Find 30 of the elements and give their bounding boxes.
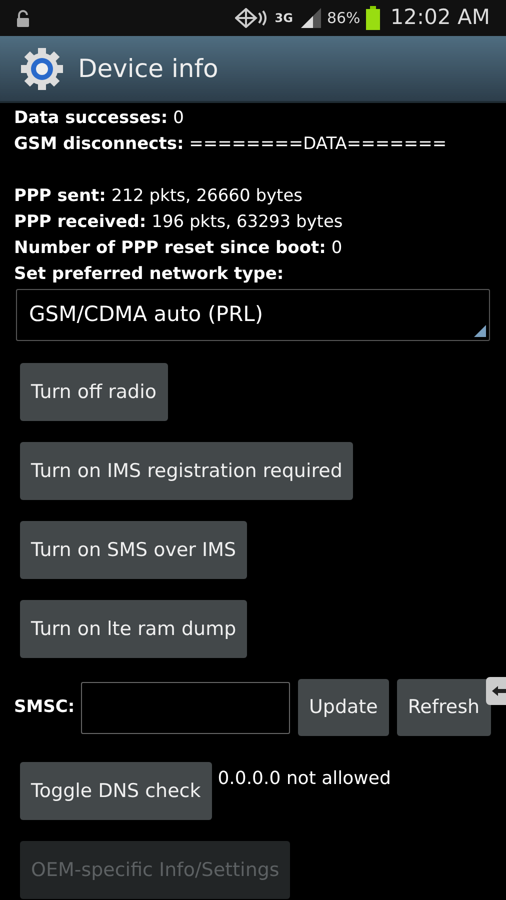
screen-title: Device info (78, 52, 218, 85)
dns-status: 0.0.0.0 not allowed (218, 768, 391, 790)
action-button[interactable]: Turn on lte ram dump (20, 600, 248, 658)
smsc-field[interactable] (81, 682, 290, 734)
smsc-button[interactable]: Update (298, 679, 389, 736)
action-button[interactable]: Turn off radio (20, 363, 168, 421)
side-handle[interactable] (486, 677, 506, 705)
arrow-left-icon (492, 686, 506, 696)
info-line: GSM disconnects: ========DATA======= (14, 133, 447, 156)
lock-icon (16, 10, 30, 26)
clock: 12:02 AM (390, 4, 490, 32)
info-line: Number of PPP reset since boot: 0 (14, 237, 342, 260)
gear-icon (20, 46, 64, 90)
smsc-button[interactable]: Refresh (396, 679, 491, 736)
info-line: PPP sent: 212 pkts, 26660 bytes (14, 185, 303, 208)
info-line: Set preferred network type: (14, 263, 284, 286)
dropdown-value: GSM/CDMA auto (PRL) (29, 301, 264, 328)
dns-check-button[interactable]: Toggle DNS check (20, 762, 212, 820)
network-type: 3G (274, 12, 293, 24)
info-line: PPP received: 196 pkts, 63293 bytes (14, 211, 343, 234)
signal-icon (298, 8, 321, 28)
network-type-dropdown[interactable]: GSM/CDMA auto (PRL) (16, 289, 490, 341)
corner-triangle-icon (474, 325, 486, 337)
action-button[interactable]: Turn on SMS over IMS (20, 521, 248, 579)
nfc-icon (234, 8, 269, 28)
battery-percent: 86% (326, 8, 360, 29)
info-line: Data successes: 0 (14, 107, 184, 130)
battery-icon (366, 6, 380, 30)
smsc-label: SMSC: (14, 696, 76, 719)
action-button[interactable]: Turn on IMS registration required (20, 442, 354, 500)
